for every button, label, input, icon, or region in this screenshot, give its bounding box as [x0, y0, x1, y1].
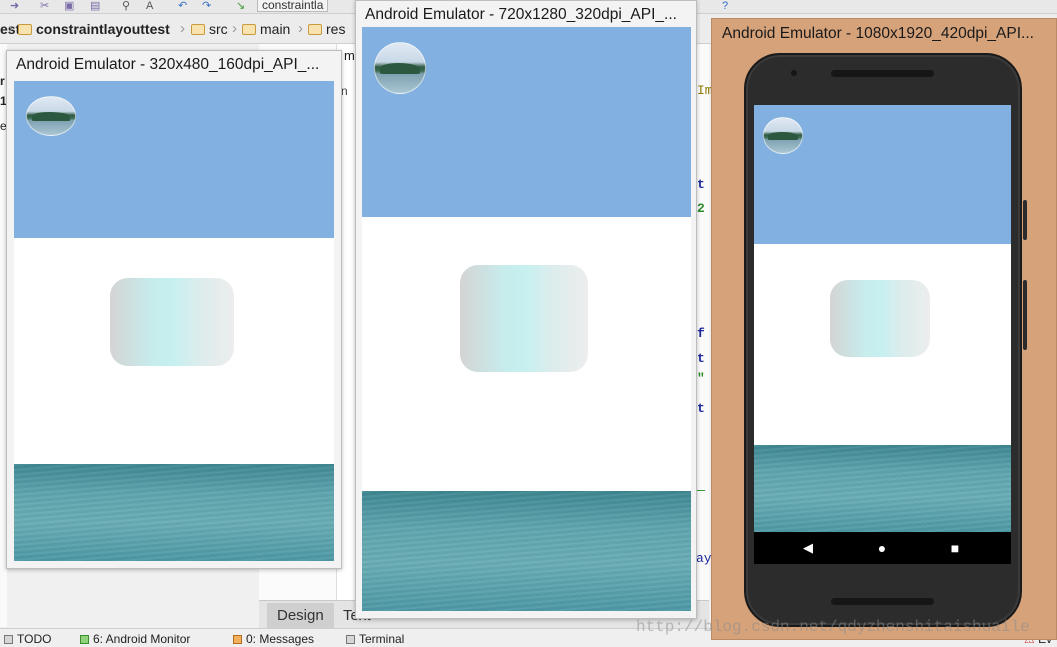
copy-icon[interactable]: ▣ [64, 1, 76, 12]
code-text: t [697, 177, 705, 192]
status-label: 0: Messages [246, 632, 315, 646]
terminal-tool-button[interactable]: Terminal [346, 632, 404, 646]
chevron-right-icon: › [8, 20, 13, 37]
emulator-window-720x1280[interactable]: Android Emulator - 720x1280_320dpi_API_.… [355, 0, 697, 619]
code-text: t [697, 401, 705, 416]
back-icon[interactable]: ◀ [798, 532, 818, 564]
gradient-card [830, 280, 930, 357]
breadcrumb-main[interactable]: main [242, 19, 290, 39]
volume-button[interactable] [1023, 280, 1027, 350]
panel-text: r [0, 74, 5, 88]
android-icon [80, 635, 89, 644]
watermark: http://blog.csdn.net/qdyzhenshitaishuail… [636, 618, 1030, 636]
editor-line-marker: n [341, 84, 348, 98]
breadcrumb-label: constraintlayouttest [36, 21, 170, 37]
status-label: Terminal [359, 632, 405, 646]
forward-icon[interactable]: ↷ [202, 1, 214, 12]
breadcrumb-label: main [260, 21, 291, 37]
avatar-image[interactable] [26, 96, 76, 136]
back-icon[interactable]: ↶ [178, 1, 190, 12]
bottom-water-image [754, 445, 1011, 532]
folder-icon [18, 24, 32, 35]
breadcrumb-label: src [209, 21, 228, 37]
code-text: 2 [697, 201, 705, 216]
chevron-right-icon: › [180, 20, 185, 37]
help-icon[interactable]: ? [722, 1, 734, 12]
avatar-image[interactable] [374, 42, 426, 94]
front-camera [791, 70, 797, 76]
code-text: ay [696, 551, 712, 566]
power-button[interactable] [1023, 200, 1027, 240]
gradient-card [110, 278, 234, 366]
code-text: f [697, 326, 705, 341]
recents-icon[interactable]: ■ [945, 532, 965, 564]
todo-icon [4, 635, 13, 644]
emulator-window-320x480[interactable]: Android Emulator - 320x480_160dpi_API_..… [6, 50, 342, 569]
bottom-water-image [362, 491, 691, 611]
replace-icon[interactable]: A [146, 1, 158, 12]
breadcrumb-project[interactable]: constraintlayouttest [18, 19, 170, 39]
bottom-water-image [14, 464, 334, 561]
code-text: " [697, 371, 705, 386]
chevron-right-icon: › [232, 20, 237, 37]
code-text: t [697, 351, 705, 366]
gradient-card [460, 265, 588, 372]
emulator-title[interactable]: Android Emulator - 1080x1920_420dpi_API.… [712, 19, 1056, 49]
arrow-icon[interactable]: ➜ [10, 1, 22, 12]
editor-tab[interactable]: m [344, 48, 355, 63]
folder-icon [242, 24, 256, 35]
folder-icon [191, 24, 205, 35]
avatar-image[interactable] [763, 117, 803, 154]
breadcrumb-res[interactable]: res [308, 19, 345, 39]
breadcrumb-src[interactable]: src [191, 19, 228, 39]
messages-icon [233, 635, 242, 644]
tab-design[interactable]: Design [267, 603, 334, 628]
android-monitor-tool-button[interactable]: 6: Android Monitor [80, 632, 190, 646]
status-label: TODO [17, 632, 52, 646]
device-screen[interactable] [14, 81, 334, 561]
code-line-marker [697, 490, 705, 491]
todo-tool-button[interactable]: TODO [4, 632, 51, 646]
bottom-speaker [831, 598, 934, 605]
emulator-title[interactable]: Android Emulator - 720x1280_320dpi_API_.… [356, 1, 696, 29]
build-icon[interactable]: ↘ [236, 1, 248, 12]
paste-icon[interactable]: ▤ [90, 1, 102, 12]
folder-icon [308, 24, 322, 35]
chevron-right-icon: › [298, 20, 303, 37]
device-screen[interactable] [754, 105, 1011, 532]
find-icon[interactable]: ⚲ [122, 1, 134, 12]
status-label: 6: Android Monitor [93, 632, 191, 646]
device-screen[interactable] [362, 27, 691, 611]
top-speaker [831, 70, 934, 77]
terminal-icon [346, 635, 355, 644]
home-icon[interactable]: ● [872, 532, 892, 564]
messages-tool-button[interactable]: 0: Messages [233, 632, 314, 646]
emulator-title[interactable]: Android Emulator - 320x480_160dpi_API_..… [7, 51, 341, 79]
run-config-select[interactable]: constraintla [257, 0, 329, 12]
cut-icon[interactable]: ✂ [40, 1, 52, 12]
breadcrumb-label: res [326, 21, 346, 37]
android-nav-bar: ◀ ● ■ [754, 532, 1011, 564]
